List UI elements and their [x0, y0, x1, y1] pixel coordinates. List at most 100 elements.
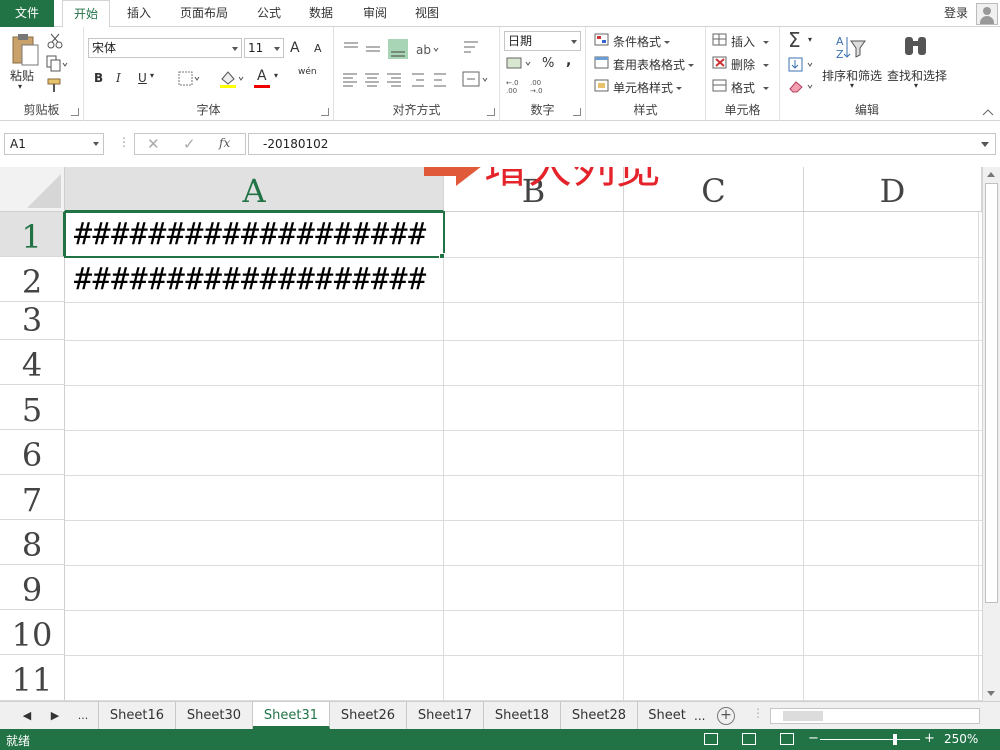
- add-sheet-button[interactable]: +: [717, 707, 735, 725]
- sheet-nav-next-icon[interactable]: ▶: [42, 702, 68, 730]
- zoom-in-button[interactable]: +: [924, 731, 935, 746]
- autosum-button[interactable]: Σ: [788, 28, 801, 52]
- underline-dropdown-icon[interactable]: ▾: [150, 71, 154, 80]
- font-name-select[interactable]: 宋体: [88, 38, 242, 58]
- copy-icon[interactable]: [46, 55, 68, 73]
- underline-button[interactable]: U: [138, 71, 147, 85]
- tab-formulas[interactable]: 公式: [248, 0, 290, 27]
- tab-insert[interactable]: 插入: [118, 0, 160, 27]
- confirm-entry-icon[interactable]: ✓: [183, 135, 196, 153]
- row-header-3[interactable]: 3: [0, 302, 65, 340]
- horizontal-scrollbar[interactable]: [770, 708, 980, 724]
- find-select-dropdown-icon[interactable]: ▾: [914, 81, 918, 90]
- normal-view-icon[interactable]: [704, 733, 718, 745]
- cell-styles-button[interactable]: 单元格样式: [613, 79, 683, 96]
- page-layout-view-icon[interactable]: [742, 733, 756, 745]
- number-format-select[interactable]: 日期: [504, 31, 581, 51]
- insert-cells-icon[interactable]: [712, 33, 728, 47]
- sheet-tab-sheet30[interactable]: Sheet30: [176, 702, 253, 729]
- grow-font-button[interactable]: A: [290, 40, 300, 56]
- sort-filter-dropdown-icon[interactable]: ▾: [850, 81, 854, 90]
- vertical-scroll-thumb[interactable]: [985, 183, 998, 603]
- font-size-select[interactable]: 11: [244, 38, 284, 58]
- login-link[interactable]: 登录: [944, 0, 968, 27]
- clipboard-launcher-icon[interactable]: [71, 108, 79, 116]
- row-header-8[interactable]: 8: [0, 520, 65, 565]
- cell-a2[interactable]: ###################: [74, 262, 440, 297]
- delete-cells-button[interactable]: 删除: [731, 56, 770, 73]
- sheet-tab-sheet28[interactable]: Sheet28: [561, 702, 638, 729]
- font-color-dropdown-icon[interactable]: ▾: [274, 71, 278, 80]
- column-header-d[interactable]: D: [804, 167, 982, 212]
- horizontal-align-icons[interactable]: [342, 71, 462, 89]
- horizontal-scroll-thumb[interactable]: [783, 711, 823, 721]
- format-cells-icon[interactable]: [712, 79, 728, 93]
- conditional-format-icon[interactable]: [594, 33, 610, 47]
- row-header-2[interactable]: 2: [0, 257, 65, 302]
- zoom-out-button[interactable]: −: [808, 731, 819, 746]
- phonetic-guide-button[interactable]: wén: [298, 67, 317, 77]
- sheet-tab-sheet17[interactable]: Sheet17: [407, 702, 484, 729]
- zoom-slider-track[interactable]: [820, 739, 920, 740]
- font-launcher-icon[interactable]: [321, 108, 329, 116]
- row-header-1[interactable]: 1: [0, 212, 65, 257]
- cell-styles-icon[interactable]: [594, 79, 610, 93]
- scroll-up-icon[interactable]: [987, 172, 995, 177]
- format-cells-button[interactable]: 格式: [731, 79, 770, 96]
- wrap-text-icon[interactable]: [462, 39, 482, 59]
- tab-view[interactable]: 视图: [406, 0, 448, 27]
- italic-button[interactable]: I: [116, 71, 121, 85]
- borders-icon[interactable]: [178, 71, 200, 87]
- sheet-tab-sheet18[interactable]: Sheet18: [484, 702, 561, 729]
- row-header-5[interactable]: 5: [0, 385, 65, 430]
- sheet-tab-sheet26[interactable]: Sheet26: [330, 702, 407, 729]
- formula-bar-grip-icon[interactable]: ⋮: [118, 135, 130, 149]
- tab-home[interactable]: 开始: [62, 0, 110, 28]
- fill-color-icon[interactable]: [218, 69, 246, 89]
- tab-review[interactable]: 审阅: [354, 0, 396, 27]
- paste-icon[interactable]: [10, 33, 40, 67]
- font-color-button[interactable]: A: [257, 68, 267, 84]
- decimal-buttons-icon[interactable]: ←.0.00 .00→.0: [506, 77, 566, 95]
- row-header-9[interactable]: 9: [0, 565, 65, 610]
- sheet-nav-prev-icon[interactable]: ◀: [14, 702, 40, 730]
- merge-center-icon[interactable]: [462, 71, 492, 89]
- percent-style-button[interactable]: %: [542, 56, 554, 71]
- insert-cells-button[interactable]: 插入: [731, 33, 770, 50]
- scroll-down-icon[interactable]: [987, 691, 995, 696]
- clear-icon[interactable]: [788, 79, 818, 95]
- vertical-scrollbar[interactable]: [982, 167, 1000, 701]
- row-header-7[interactable]: 7: [0, 475, 65, 520]
- column-header-a[interactable]: A: [65, 167, 444, 212]
- insert-function-icon[interactable]: fx: [219, 136, 230, 150]
- fill-handle[interactable]: [439, 253, 445, 259]
- conditional-format-button[interactable]: 条件格式: [613, 33, 671, 50]
- formula-input[interactable]: -20180102: [248, 133, 996, 155]
- comma-style-button[interactable]: ,: [566, 53, 571, 69]
- tab-data[interactable]: 数据: [300, 0, 342, 27]
- sheet-tab-sheet16[interactable]: Sheet16: [98, 702, 176, 729]
- format-as-table-icon[interactable]: [594, 56, 610, 70]
- number-launcher-icon[interactable]: [573, 108, 581, 116]
- zoom-percent[interactable]: 250%: [944, 732, 978, 746]
- fill-down-icon[interactable]: [788, 57, 818, 73]
- paste-dropdown-icon[interactable]: ▾: [18, 82, 22, 91]
- bold-button[interactable]: B: [94, 71, 103, 85]
- sheet-tab-sheet-partial[interactable]: Sheet: [638, 702, 696, 729]
- row-header-11[interactable]: 11: [0, 655, 65, 701]
- user-avatar-icon[interactable]: [976, 3, 998, 25]
- tab-page-layout[interactable]: 页面布局: [170, 0, 238, 27]
- cut-icon[interactable]: [46, 32, 64, 50]
- alignment-launcher-icon[interactable]: [487, 108, 495, 116]
- row-header-10[interactable]: 10: [0, 610, 65, 655]
- row-header-4[interactable]: 4: [0, 340, 65, 385]
- row-header-6[interactable]: 6: [0, 430, 65, 475]
- delete-cells-icon[interactable]: [712, 56, 728, 70]
- format-as-table-button[interactable]: 套用表格格式: [613, 56, 695, 73]
- page-break-view-icon[interactable]: [780, 733, 794, 745]
- autosum-dropdown-icon[interactable]: ▾: [808, 35, 812, 44]
- zoom-slider-knob[interactable]: [893, 734, 897, 745]
- tab-file[interactable]: 文件: [0, 0, 54, 27]
- format-painter-icon[interactable]: [46, 77, 64, 95]
- accounting-format-icon[interactable]: [506, 55, 536, 73]
